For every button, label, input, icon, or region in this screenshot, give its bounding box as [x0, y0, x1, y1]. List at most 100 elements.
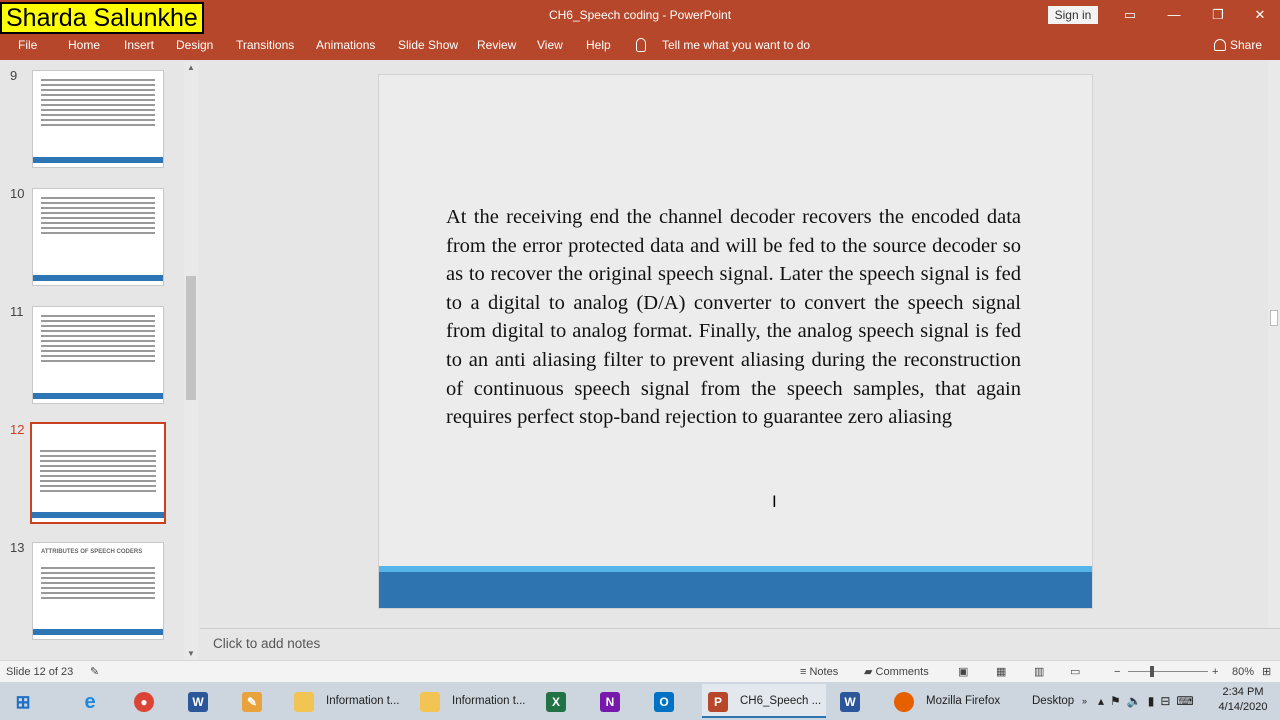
- folder-icon: [420, 692, 440, 712]
- taskbar-label: Information t...: [326, 695, 400, 707]
- reading-view-icon[interactable]: ▥: [1034, 661, 1044, 683]
- normal-view-icon[interactable]: ▣: [958, 661, 968, 683]
- desktop-toolbar[interactable]: Desktop »: [1030, 684, 1090, 718]
- tab-home[interactable]: Home: [68, 30, 100, 60]
- outlook-icon: O: [654, 692, 674, 712]
- tab-slide-show[interactable]: Slide Show: [398, 30, 458, 60]
- thumbnail-number: 9: [10, 68, 18, 83]
- scrollbar-thumb[interactable]: [186, 276, 196, 400]
- close-button[interactable]: ✕: [1238, 0, 1280, 30]
- thumbnail-scrollbar[interactable]: ▲ ▼: [184, 62, 198, 660]
- slide-thumbnail-12[interactable]: [30, 422, 166, 524]
- excel-button[interactable]: X: [540, 684, 574, 718]
- taskbar-item-firefox[interactable]: Mozilla Firefox: [888, 684, 1012, 718]
- thumbnail-number: 11: [10, 304, 24, 319]
- word-icon: W: [840, 692, 860, 712]
- system-tray[interactable]: ▴⚑🔈▮⊟⌨: [1096, 684, 1206, 718]
- word-button[interactable]: W: [182, 684, 216, 718]
- zoom-level[interactable]: 80%: [1232, 661, 1254, 683]
- powerpoint-icon: P: [708, 692, 728, 712]
- taskbar-clock[interactable]: 2:34 PM 4/14/2020: [1210, 685, 1276, 715]
- tab-animations[interactable]: Animations: [316, 30, 375, 60]
- share-button[interactable]: Share: [1214, 30, 1262, 60]
- taskbar-item-folder-1[interactable]: Information t...: [288, 684, 412, 718]
- scrollbar-thumb[interactable]: [1270, 310, 1278, 326]
- tab-design[interactable]: Design: [176, 30, 213, 60]
- watermark-label: Sharda Salunkhe: [0, 2, 204, 34]
- sign-in-button[interactable]: Sign in: [1048, 6, 1098, 24]
- thumbnail-title: ATTRIBUTES OF SPEECH CODERS: [41, 549, 143, 555]
- slide-thumbnail-13[interactable]: ATTRIBUTES OF SPEECH CODERS: [32, 542, 164, 640]
- thumbnail-number: 12: [10, 422, 25, 437]
- slide-scrollbar[interactable]: [1268, 60, 1280, 628]
- slide-thumbnail-10[interactable]: [32, 188, 164, 286]
- onenote-icon: N: [600, 692, 620, 712]
- chrome-icon: ●: [134, 692, 154, 712]
- clock-time: 2:34 PM: [1222, 686, 1264, 698]
- taskbar-item-powerpoint[interactable]: P CH6_Speech ...: [702, 684, 826, 718]
- tab-review[interactable]: Review: [477, 30, 516, 60]
- scroll-down-icon[interactable]: ▼: [184, 648, 198, 660]
- excel-icon: X: [546, 692, 566, 712]
- paint-button[interactable]: ✎: [236, 684, 270, 718]
- restore-button[interactable]: ❐: [1196, 0, 1240, 30]
- slide-thumbnail-11[interactable]: [32, 306, 164, 404]
- slide-body-text[interactable]: At the receiving end the channel decoder…: [446, 203, 1021, 432]
- outlook-button[interactable]: O: [648, 684, 682, 718]
- spellcheck-icon[interactable]: ✎: [90, 661, 99, 683]
- notes-placeholder[interactable]: Click to add notes: [213, 629, 320, 659]
- slideshow-icon[interactable]: ▭: [1070, 661, 1080, 683]
- taskbar-label: CH6_Speech ...: [740, 695, 822, 707]
- comments-label: Comments: [875, 666, 929, 678]
- notes-toggle[interactable]: ≡ Notes: [800, 661, 838, 683]
- notes-label: Notes: [809, 666, 839, 678]
- ribbon-tabs: File Home Insert Design Transitions Anim…: [0, 30, 1280, 60]
- zoom-slider-handle[interactable]: [1150, 666, 1154, 677]
- slide-sorter-icon[interactable]: ▦: [996, 661, 1006, 683]
- comments-toggle[interactable]: ▰ Comments: [864, 661, 929, 683]
- thumbnail-number: 10: [10, 186, 25, 201]
- chevron-up-icon: »: [1082, 696, 1088, 706]
- start-button[interactable]: ⊞: [8, 684, 38, 718]
- taskbar-label: Mozilla Firefox: [926, 695, 1001, 707]
- clock-date: 4/14/2020: [1218, 701, 1268, 713]
- comment-icon: ▰: [864, 666, 876, 678]
- share-label: Share: [1230, 38, 1263, 52]
- tab-help[interactable]: Help: [586, 30, 611, 60]
- word-button-2[interactable]: W: [834, 684, 868, 718]
- windows-icon: ⊞: [15, 692, 31, 712]
- word-icon: W: [188, 692, 208, 712]
- tab-transitions[interactable]: Transitions: [236, 30, 294, 60]
- zoom-slider[interactable]: [1128, 671, 1208, 672]
- tab-file[interactable]: File: [18, 30, 37, 60]
- folder-icon: [294, 692, 314, 712]
- person-icon: [1214, 39, 1226, 51]
- status-bar: Slide 12 of 23 ✎ ≡ Notes ▰ Comments ▣ ▦ …: [0, 660, 1280, 682]
- desktop-label: Desktop: [1032, 695, 1075, 707]
- firefox-icon: [894, 692, 914, 712]
- paint-icon: ✎: [242, 692, 262, 712]
- zoom-out-button[interactable]: −: [1114, 661, 1120, 683]
- chrome-button[interactable]: ●: [128, 684, 162, 718]
- text-cursor-icon: I: [772, 492, 777, 511]
- current-slide[interactable]: At the receiving end the channel decoder…: [378, 74, 1093, 609]
- ribbon-display-options-icon[interactable]: ▭: [1108, 0, 1152, 30]
- slide-thumbnail-pane: 9 10 11 12 13 ATTRIBUTES OF SPEECH CODER…: [0, 60, 200, 660]
- taskbar-label: Information t...: [452, 695, 526, 707]
- slide-thumbnail-9[interactable]: [32, 70, 164, 168]
- notes-pane[interactable]: Click to add notes: [200, 628, 1280, 660]
- taskbar-item-folder-2[interactable]: Information t...: [414, 684, 538, 718]
- fit-slide-icon[interactable]: ⊞: [1262, 661, 1271, 683]
- onenote-button[interactable]: N: [594, 684, 628, 718]
- tab-insert[interactable]: Insert: [124, 30, 154, 60]
- thumbnail-number: 13: [10, 540, 25, 555]
- internet-explorer-button[interactable]: e: [74, 684, 108, 718]
- minimize-button[interactable]: —: [1152, 0, 1196, 30]
- zoom-in-button[interactable]: +: [1212, 661, 1218, 683]
- tell-me-search[interactable]: Tell me what you want to do: [662, 30, 810, 60]
- tab-view[interactable]: View: [537, 30, 563, 60]
- tray-icons: ▴⚑🔈▮⊟⌨: [1098, 694, 1200, 708]
- slide-counter: Slide 12 of 23: [6, 666, 74, 678]
- scroll-up-icon[interactable]: ▲: [184, 62, 198, 74]
- slide-footer-band: [379, 572, 1092, 608]
